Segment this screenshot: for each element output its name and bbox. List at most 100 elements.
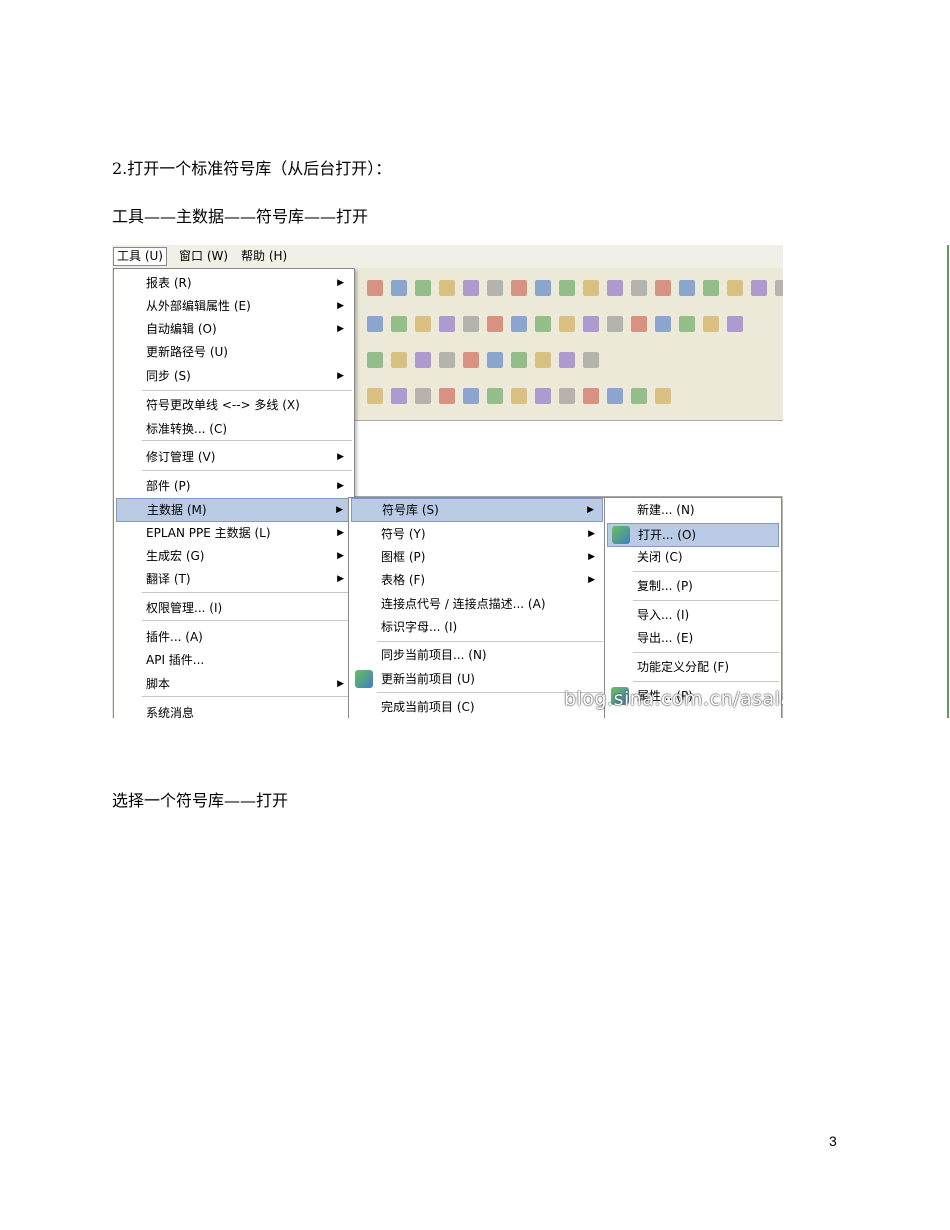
toolbar-button-icon[interactable] [535, 352, 551, 368]
master-data-menu-item[interactable]: 同步当前项目... (N) [351, 644, 603, 666]
toolbar-button-icon[interactable] [439, 316, 455, 332]
tools-menu-item-label: 权限管理... (I) [146, 601, 223, 615]
tools-menu-item[interactable]: 权限管理... (I) [116, 597, 352, 619]
toolbar-button-icon[interactable] [415, 316, 431, 332]
toolbar-button-icon[interactable] [535, 280, 551, 296]
toolbar-button-icon[interactable] [391, 388, 407, 404]
menu-tools[interactable]: 工具 (U) [113, 247, 167, 266]
toolbar-button-icon[interactable] [655, 280, 671, 296]
toolbar-button-icon[interactable] [583, 280, 599, 296]
toolbar-button-icon[interactable] [511, 280, 527, 296]
toolbar-button-icon[interactable] [559, 352, 575, 368]
tools-menu-item[interactable]: 插件... (A) [116, 626, 352, 648]
tools-menu-item[interactable]: 脚本 ▶ [116, 673, 352, 695]
toolbar-button-icon[interactable] [535, 316, 551, 332]
symbol-library-menu-item[interactable]: 复制... (P) [607, 575, 779, 597]
symbol-library-menu-item[interactable]: 新建... (N) [607, 499, 779, 521]
toolbar-button-icon[interactable] [487, 316, 503, 332]
menu-separator [142, 592, 352, 593]
toolbar-button-icon[interactable] [367, 352, 383, 368]
tools-menu-item[interactable]: 系统消息 [116, 702, 352, 718]
toolbar-button-icon[interactable] [727, 316, 743, 332]
tools-menu-item[interactable]: 从外部编辑属性 (E) ▶ [116, 295, 352, 317]
toolbar-button-icon[interactable] [367, 316, 383, 332]
toolbar-button-icon[interactable] [463, 352, 479, 368]
toolbar-button-icon[interactable] [463, 280, 479, 296]
tools-menu-item[interactable]: 标准转换... (C) [116, 418, 352, 440]
toolbar-button-icon[interactable] [391, 280, 407, 296]
toolbar-button-icon[interactable] [559, 280, 575, 296]
toolbar-button-icon[interactable] [607, 316, 623, 332]
toolbar-button-icon[interactable] [511, 352, 527, 368]
master-data-menu-item[interactable]: 表格 (F) ▶ [351, 569, 603, 591]
tools-menu-item[interactable]: 符号更改单线 <--> 多线 (X) [116, 394, 352, 416]
toolbar-button-icon[interactable] [367, 388, 383, 404]
toolbar-button-icon[interactable] [727, 280, 743, 296]
master-data-menu-item[interactable]: 更新当前项目 (U) [351, 668, 603, 690]
tools-menu-item[interactable]: 修订管理 (V) ▶ [116, 446, 352, 468]
master-data-menu-item[interactable]: 连接点代号 / 连接点描述... (A) [351, 593, 603, 615]
toolbar-button-icon[interactable] [415, 280, 431, 296]
toolbar-button-icon[interactable] [463, 388, 479, 404]
menu-help[interactable]: 帮助 (H) [238, 248, 290, 265]
toolbar-button-icon[interactable] [487, 388, 503, 404]
symbol-library-menu-item[interactable]: 打开... (O) [607, 523, 779, 547]
page-number: 3 [829, 1133, 837, 1149]
toolbar-button-icon[interactable] [559, 388, 575, 404]
toolbar-button-icon[interactable] [415, 352, 431, 368]
toolbar-button-icon[interactable] [535, 388, 551, 404]
toolbar-button-icon[interactable] [439, 280, 455, 296]
toolbar-button-icon[interactable] [631, 388, 647, 404]
toolbar-button-icon[interactable] [679, 316, 695, 332]
master-data-menu-item[interactable]: 符号库 (S) ▶ [351, 498, 603, 522]
chevron-right-icon: ▶ [337, 301, 344, 311]
toolbar-button-icon[interactable] [607, 280, 623, 296]
toolbar-button-icon[interactable] [487, 280, 503, 296]
toolbar-button-icon[interactable] [775, 280, 783, 296]
toolbar-button-icon[interactable] [751, 280, 767, 296]
tools-menu-item[interactable]: API 插件... [116, 649, 352, 671]
toolbar-button-icon[interactable] [703, 316, 719, 332]
toolbar-button-icon[interactable] [367, 280, 383, 296]
tools-menu-item[interactable]: 主数据 (M) ▶ [116, 498, 352, 522]
toolbar-button-icon[interactable] [391, 352, 407, 368]
eplan-screenshot: 工具 (U) 窗口 (W) 帮助 (H) 报表 (R) ▶ 从外部编辑属性 (E) ▶… [112, 245, 783, 718]
symbol-library-menu-item[interactable]: 导入... (I) [607, 604, 779, 626]
symbol-library-menu-item[interactable]: 功能定义分配 (F) [607, 656, 779, 678]
toolbar-button-icon[interactable] [583, 388, 599, 404]
master-data-menu-item[interactable]: 符号 (Y) ▶ [351, 523, 603, 545]
toolbar-button-icon[interactable] [631, 316, 647, 332]
toolbar-button-icon[interactable] [391, 316, 407, 332]
tools-menu-item[interactable]: 同步 (S) ▶ [116, 365, 352, 387]
toolbar-button-icon[interactable] [463, 316, 479, 332]
toolbar-button-icon[interactable] [679, 280, 695, 296]
toolbar-button-icon[interactable] [583, 316, 599, 332]
toolbar-button-icon[interactable] [607, 388, 623, 404]
tools-menu-item[interactable]: 部件 (P) ▶ [116, 475, 352, 497]
tools-menu-item[interactable]: 翻译 (T) ▶ [116, 568, 352, 590]
tools-menu-item[interactable]: EPLAN PPE 主数据 (L) ▶ [116, 522, 352, 544]
toolbar-button-icon[interactable] [439, 388, 455, 404]
symbol-library-menu-item[interactable]: 关闭 (C) [607, 546, 779, 568]
tools-menu-item[interactable]: 报表 (R) ▶ [116, 272, 352, 294]
toolbar-button-icon[interactable] [655, 388, 671, 404]
menu-separator [142, 470, 352, 471]
tools-menu-item[interactable]: 更新路径号 (U) [116, 341, 352, 363]
master-data-menu-item[interactable]: 标识字母... (I) [351, 616, 603, 638]
toolbar-button-icon[interactable] [487, 352, 503, 368]
toolbar-button-icon[interactable] [439, 352, 455, 368]
symbol-library-menu-item[interactable]: 导出... (E) [607, 627, 779, 649]
toolbar-button-icon[interactable] [415, 388, 431, 404]
toolbar-button-icon[interactable] [583, 352, 599, 368]
toolbar-button-icon[interactable] [559, 316, 575, 332]
tools-menu-item[interactable]: 生成宏 (G) ▶ [116, 545, 352, 567]
symbol-library-menu-item-label: 导出... (E) [637, 631, 694, 645]
toolbar-button-icon[interactable] [703, 280, 719, 296]
toolbar-button-icon[interactable] [511, 388, 527, 404]
master-data-menu-item[interactable]: 图框 (P) ▶ [351, 546, 603, 568]
toolbar-button-icon[interactable] [631, 280, 647, 296]
toolbar-button-icon[interactable] [511, 316, 527, 332]
toolbar-button-icon[interactable] [655, 316, 671, 332]
menu-window[interactable]: 窗口 (W) [176, 248, 231, 265]
tools-menu-item[interactable]: 自动编辑 (O) ▶ [116, 318, 352, 340]
